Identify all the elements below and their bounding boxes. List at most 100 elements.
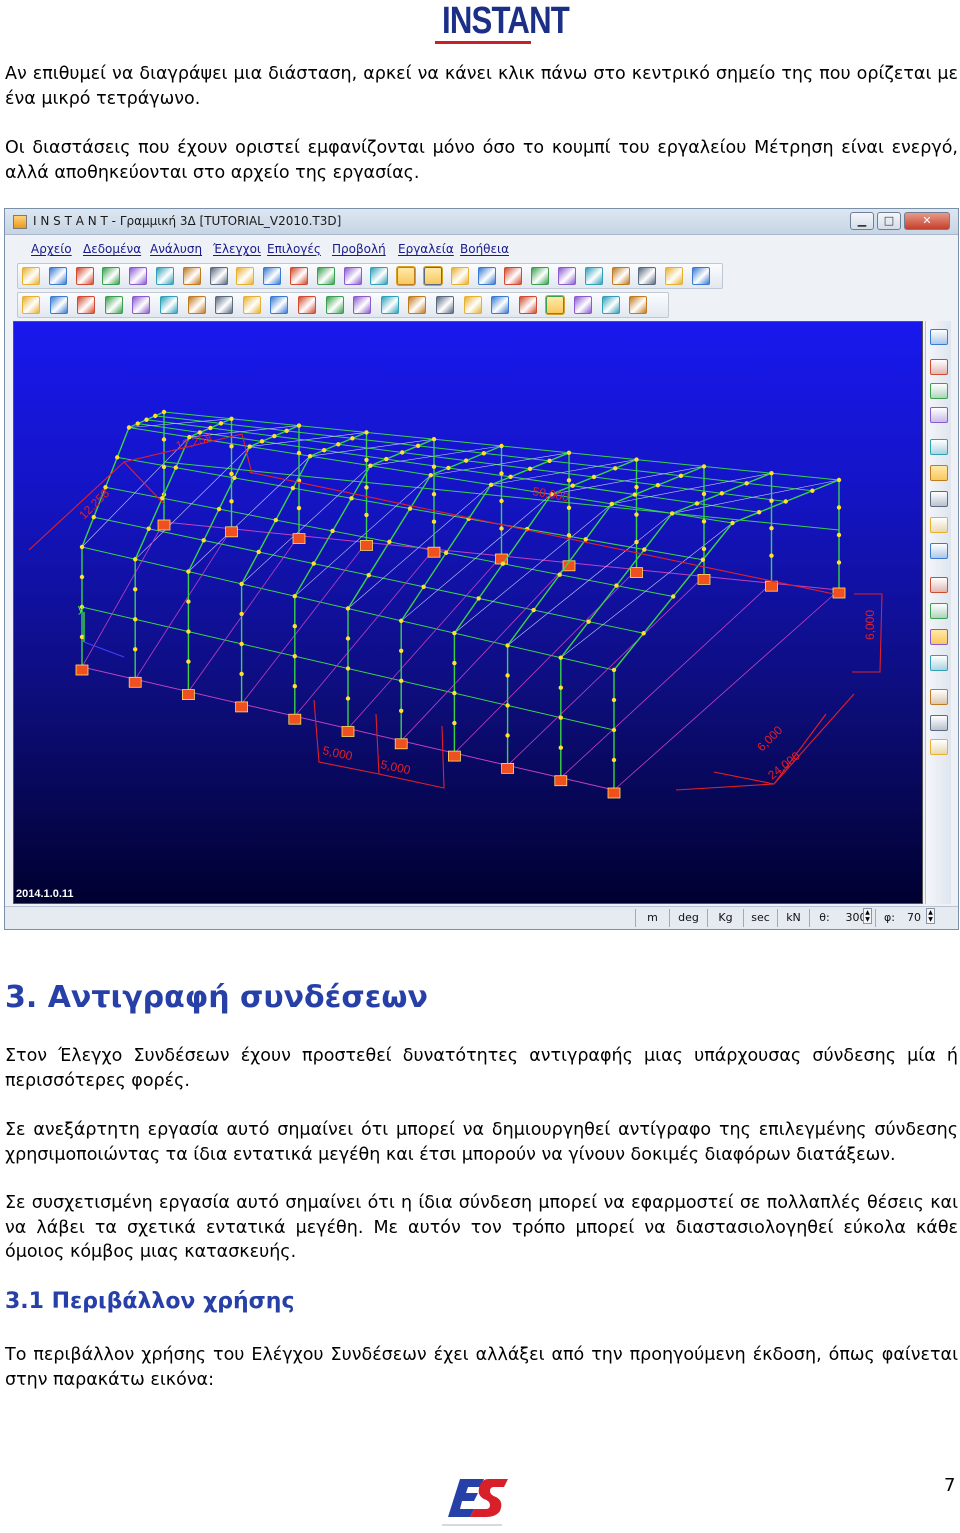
structure-node xyxy=(345,606,351,611)
menu-options[interactable]: Επιλογές xyxy=(267,242,321,256)
status-phi-value[interactable]: 70 xyxy=(901,909,927,927)
support-icon xyxy=(341,726,355,737)
save-icon[interactable] xyxy=(75,267,94,285)
table-icon[interactable] xyxy=(343,267,362,285)
supports-toggle-icon[interactable] xyxy=(930,689,948,705)
status-force2-unit[interactable]: kN xyxy=(777,909,809,927)
cube-iso-icon[interactable] xyxy=(380,296,399,314)
theta-spin-icon[interactable]: ▲ ▼ xyxy=(863,908,872,924)
menu-view[interactable]: Προβολή xyxy=(332,242,386,256)
structure-node xyxy=(499,526,504,531)
minimize-button[interactable]: ▁ xyxy=(850,212,874,230)
dimension-icon[interactable] xyxy=(930,439,948,455)
view-side-icon[interactable] xyxy=(77,296,96,314)
releases-icon[interactable] xyxy=(504,267,523,285)
pencil-icon[interactable] xyxy=(930,577,948,593)
layers-icon[interactable] xyxy=(160,296,178,314)
moment-diagram-icon[interactable] xyxy=(611,267,630,285)
section-names-icon[interactable] xyxy=(930,383,948,399)
supports-icon[interactable] xyxy=(477,267,496,285)
menu-data[interactable]: Δεδομένα xyxy=(83,242,141,256)
end-release-icon[interactable] xyxy=(930,517,948,533)
measure-tool-icon[interactable] xyxy=(930,465,948,481)
view-iso-icon[interactable] xyxy=(132,296,151,314)
move-icon[interactable] xyxy=(930,715,948,731)
arrow-down-icon[interactable] xyxy=(270,296,289,314)
mirror-icon[interactable] xyxy=(930,739,948,755)
grid-toggle-icon[interactable] xyxy=(930,603,948,619)
frame-icon[interactable] xyxy=(423,266,443,286)
phi-spin-icon[interactable]: ▲ ▼ xyxy=(926,908,935,924)
close-button[interactable]: ✕ xyxy=(904,212,950,230)
select-icon[interactable] xyxy=(930,629,948,645)
measure-icon[interactable] xyxy=(396,266,417,286)
menu-file[interactable]: Αρχείο xyxy=(31,242,72,256)
print-icon[interactable] xyxy=(102,267,121,285)
export-icon[interactable] xyxy=(601,296,620,314)
structure-node xyxy=(79,544,85,550)
arrow-right-icon[interactable] xyxy=(215,296,234,314)
menu-checks[interactable]: Έλεγχοι xyxy=(213,242,261,256)
min-max-icon[interactable] xyxy=(692,267,710,285)
next-icon[interactable] xyxy=(518,296,537,314)
new-file-icon[interactable] xyxy=(22,267,40,285)
pan-icon[interactable] xyxy=(316,267,335,285)
frame-base-line xyxy=(454,569,637,754)
origin-icon[interactable] xyxy=(298,296,316,314)
open-folder-icon[interactable] xyxy=(48,267,67,285)
local-axes-icon[interactable] xyxy=(930,407,948,423)
cube-solid-icon[interactable] xyxy=(325,296,344,314)
report-icon[interactable] xyxy=(629,296,648,314)
section-icon[interactable] xyxy=(450,267,469,285)
member-numbers-icon[interactable] xyxy=(930,359,948,375)
arrow-up-icon[interactable] xyxy=(242,296,261,314)
zoom-extents-icon[interactable] xyxy=(236,267,255,285)
zoom-window-icon[interactable] xyxy=(263,267,282,285)
structure-node xyxy=(292,594,297,599)
maximize-button[interactable]: □ xyxy=(877,212,901,230)
beam-icon[interactable] xyxy=(531,267,550,285)
menu-tools[interactable]: Εργαλεία xyxy=(398,242,454,256)
zoom-in-icon[interactable] xyxy=(182,267,201,285)
column-icon[interactable] xyxy=(558,267,576,285)
arrow-left-icon[interactable] xyxy=(187,296,206,314)
shear-diagram-icon[interactable] xyxy=(665,267,684,285)
cube-wire-icon[interactable] xyxy=(353,296,372,314)
view-front-icon[interactable] xyxy=(49,296,68,314)
status-length-unit[interactable]: m xyxy=(635,909,669,927)
view-3d-icon[interactable] xyxy=(22,296,40,314)
rotate-icon[interactable] xyxy=(290,267,308,285)
status-angle-unit[interactable]: deg xyxy=(669,909,707,927)
rotate-view-icon[interactable] xyxy=(930,655,948,671)
structure-node xyxy=(570,483,575,488)
grid-icon[interactable] xyxy=(491,296,510,314)
frame-base-line xyxy=(347,555,502,729)
structure-node xyxy=(290,485,296,491)
member-release-icon[interactable] xyxy=(930,491,948,507)
status-time-unit[interactable]: sec xyxy=(743,909,777,927)
structure-node xyxy=(566,505,572,510)
structure-node xyxy=(671,594,676,599)
measure-active-icon[interactable] xyxy=(545,295,566,315)
structure-node xyxy=(431,437,437,442)
undo-icon[interactable] xyxy=(129,267,148,285)
view-top-icon[interactable] xyxy=(104,296,123,314)
node-icon[interactable] xyxy=(584,267,603,285)
axial-diagram-icon[interactable] xyxy=(638,267,657,285)
eraser-icon[interactable] xyxy=(930,543,948,559)
menu-help[interactable]: Βοήθεια xyxy=(460,242,509,256)
portal-frame xyxy=(81,410,165,667)
add-member-icon[interactable] xyxy=(436,296,454,314)
menu-analysis[interactable]: Ανάλυση xyxy=(150,242,202,256)
structure-node xyxy=(431,519,437,524)
zoom-out-icon[interactable] xyxy=(209,267,228,285)
status-force-unit[interactable]: Kg xyxy=(707,909,743,927)
structure-node xyxy=(505,643,510,648)
model-viewport[interactable]: 12,258 12,258 50,000 6,000 5,000 5,000 6,000 24… xyxy=(13,321,923,904)
node-numbers-icon[interactable] xyxy=(930,329,948,345)
save-view-icon[interactable] xyxy=(574,296,592,314)
split-icon[interactable] xyxy=(463,296,482,314)
add-node-icon[interactable] xyxy=(408,296,427,314)
loads-icon[interactable] xyxy=(370,267,389,285)
redo-icon[interactable] xyxy=(156,267,174,285)
